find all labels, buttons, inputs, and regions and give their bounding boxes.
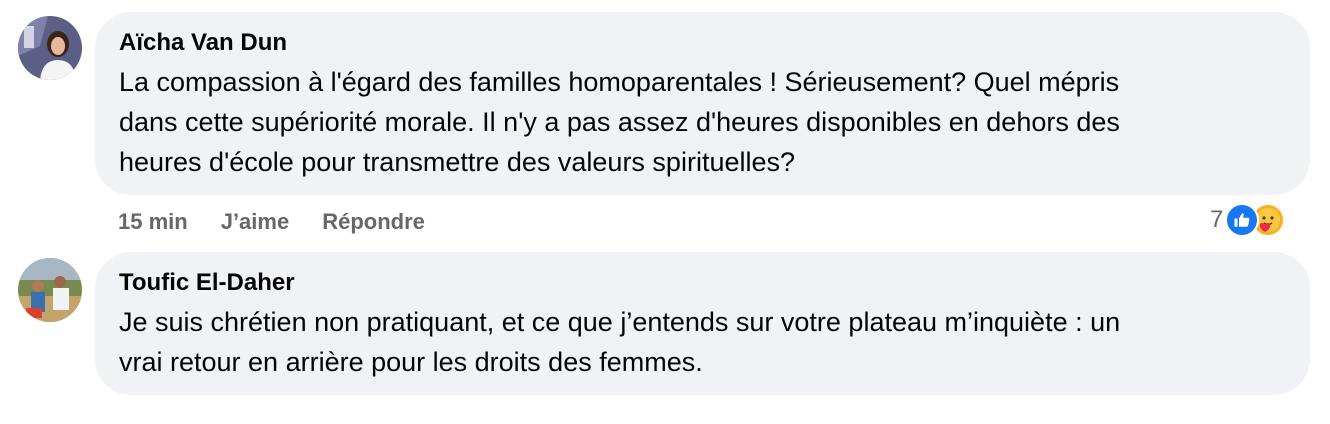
reactions-summary[interactable]: 7 [1210, 203, 1286, 237]
comment-bubble: Aïcha Van Dun La compassion à l'égard de… [95, 12, 1310, 195]
avatar[interactable] [18, 16, 82, 80]
comment-author[interactable]: Aïcha Van Dun [119, 28, 1286, 58]
comment-bubble: Toufic El-Daher Je suis chrétien non pra… [95, 252, 1310, 395]
reply-button[interactable]: Répondre [322, 209, 425, 235]
like-button[interactable]: J’aime [221, 209, 290, 235]
comment-text: Je suis chrétien non pratiquant, et ce q… [119, 307, 1121, 377]
avatar-image [18, 258, 82, 322]
comment-author[interactable]: Toufic El-Daher [119, 268, 1286, 298]
avatar[interactable] [18, 258, 82, 322]
reaction-count: 7 [1210, 206, 1224, 233]
comment-actions: 15 min J’aime Répondre [118, 207, 458, 237]
comment-text: La compassion à l'égard des familles hom… [119, 67, 1120, 177]
comment-timestamp[interactable]: 15 min [118, 209, 188, 235]
avatar-image [18, 16, 82, 80]
